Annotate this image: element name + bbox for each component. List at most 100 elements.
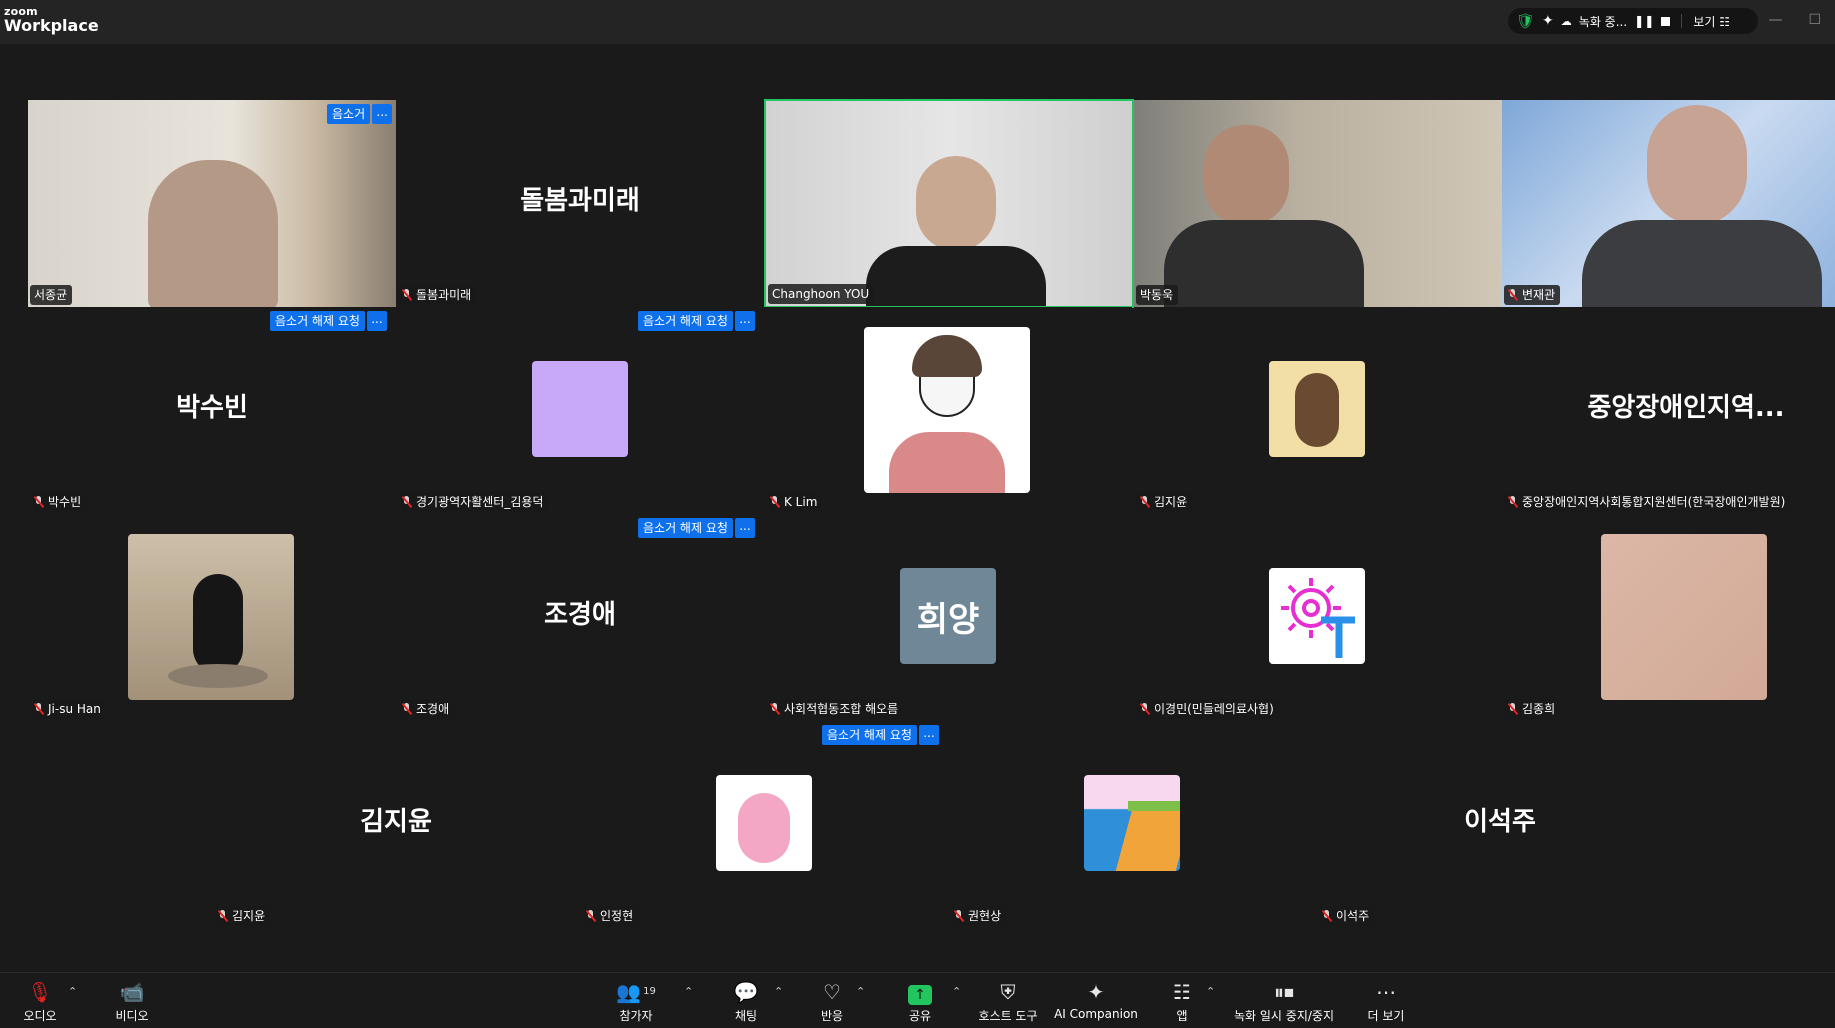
apps-button[interactable]: ☷ 앱 [1162, 979, 1202, 1024]
participant-tile[interactable]: 돌봄과미래 돌봄과미래 [396, 100, 764, 307]
audio-button[interactable]: 🎙 오디오 [18, 979, 62, 1024]
share-screen-icon-wrap: ↑ [898, 979, 942, 1005]
unmute-request-button[interactable]: 음소거 해제 요청 [638, 311, 733, 331]
drawn-piglet [738, 793, 790, 863]
mic-muted-icon [34, 703, 44, 715]
participant-tile[interactable]: 인정현 [580, 721, 948, 928]
record-pause-stop-button[interactable]: ⏸⏹ 녹화 일시 중지/중지 [1226, 979, 1342, 1024]
share-options-chevron-icon[interactable]: ⌃ [952, 985, 961, 998]
participant-tile[interactable]: 변재관 [1502, 100, 1835, 307]
participant-name: 박수빈 [30, 492, 87, 512]
view-button[interactable]: 보기 ☷ [1693, 13, 1730, 30]
ai-companion-label: AI Companion [1054, 1007, 1138, 1021]
mic-off-icon: 🎙 [27, 980, 53, 1004]
mic-muted-icon [1140, 496, 1150, 508]
unmute-request-button[interactable]: 음소거 해제 요청 [270, 311, 365, 331]
reactions-button[interactable]: ♡ 반응 [810, 979, 854, 1024]
participant-name: 김종희 [1504, 699, 1561, 719]
participant-tile[interactable]: 이경민(민들레의료사협) [1134, 514, 1502, 721]
more-options-button[interactable]: ... [372, 104, 393, 124]
mic-muted-icon [1322, 910, 1332, 922]
participant-name: 서종균 [30, 285, 73, 305]
participant-tile[interactable]: Ji-su Han [28, 514, 396, 721]
profile-picture [1601, 534, 1767, 700]
stop-record-icon[interactable] [1661, 16, 1671, 26]
participant-tile[interactable]: 박동욱 [1134, 100, 1502, 307]
more-options-button[interactable]: ... [734, 311, 755, 331]
divider [1681, 14, 1683, 28]
person-body [1164, 220, 1364, 307]
participant-count: 19 [643, 986, 656, 997]
participant-tile[interactable]: 김지윤 [1134, 307, 1502, 514]
participant-tile[interactable]: 박수빈 박수빈 [28, 307, 396, 514]
drawn-stand [168, 664, 268, 688]
participant-tile[interactable]: 중앙장애인지역... 중앙장애인지역사회통합지원센터(한국장애인개발원) [1502, 307, 1835, 514]
meeting-toolbar: 🎙 오디오 ⌃ 📹 비디오 👥 19 참가자 ⌃ 💬 채팅 ⌃ ♡ 반응 ⌃ ↑ … [0, 972, 1835, 1028]
participant-name: 중앙장애인지역사회통합지원센터(한국장애인개발원) [1504, 492, 1791, 512]
person-silhouette [148, 160, 278, 307]
participant-name: 조경애 [398, 699, 455, 719]
mic-muted-icon [1140, 703, 1150, 715]
participants-options-chevron-icon[interactable]: ⌃ [684, 985, 693, 998]
more-label: 더 보기 [1367, 1009, 1405, 1023]
minimize-icon[interactable]: — [1768, 12, 1782, 28]
window-controls: — ☐ [1768, 12, 1821, 28]
mute-button[interactable]: 음소거 [327, 104, 371, 124]
more-options-button[interactable]: ... [366, 311, 387, 331]
reactions-label: 반응 [820, 1009, 844, 1023]
camera-off-icon: 📹 [119, 980, 145, 1004]
ai-companion-button[interactable]: ✦ AI Companion [1054, 979, 1138, 1021]
drawn-cat [193, 574, 243, 674]
recording-status: 녹화 중... [1578, 14, 1628, 29]
reactions-options-chevron-icon[interactable]: ⌃ [856, 985, 865, 998]
sparkle-icon[interactable]: ✦ [1542, 13, 1554, 29]
pause-record-icon[interactable]: ❚❚ [1634, 14, 1654, 28]
host-tools-label: 호스트 도구 [978, 1009, 1038, 1023]
participant-tile-active-speaker[interactable]: Changhoon YOU [764, 99, 1134, 308]
mic-muted-icon [402, 703, 412, 715]
share-button[interactable]: ↑ 공유 [898, 979, 942, 1024]
participant-tile[interactable]: 김종희 [1502, 514, 1835, 721]
unmute-request-button[interactable]: 음소거 해제 요청 [638, 518, 733, 538]
participant-tile[interactable]: 이석주 이석주 [1316, 721, 1684, 928]
participant-display-name: 돌봄과미래 [520, 186, 640, 216]
participant-name: K Lim [766, 492, 823, 512]
shield-check-icon[interactable]: 🛡 [1516, 12, 1535, 30]
unmute-request-button[interactable]: 음소거 해제 요청 [822, 725, 917, 745]
profile-picture [1269, 361, 1365, 457]
chat-options-chevron-icon[interactable]: ⌃ [774, 985, 783, 998]
participant-tile[interactable]: 희양 사회적협동조합 해오름 [764, 514, 1132, 721]
mic-muted-icon [1508, 703, 1518, 715]
shield-icon: ⛨ [1000, 980, 1016, 1004]
apps-options-chevron-icon[interactable]: ⌃ [1206, 985, 1215, 998]
more-options-button[interactable]: ... [918, 725, 939, 745]
sparkle-icon: ✦ [1087, 980, 1105, 1004]
participant-tile[interactable]: 조경애 조경애 [396, 514, 764, 721]
person-silhouette [916, 156, 996, 251]
profile-picture [532, 361, 628, 457]
participant-display-name: 박수빈 [176, 393, 248, 423]
participant-tile[interactable]: K Lim [764, 307, 1132, 514]
more-options-button[interactable]: ... [734, 518, 755, 538]
more-button[interactable]: ⋯ 더 보기 [1362, 979, 1410, 1024]
audio-options-chevron-icon[interactable]: ⌃ [68, 985, 77, 998]
gallery-view: 서종균 돌봄과미래 돌봄과미래 Changhoon YOU 박동욱 변재관 박수… [0, 44, 1835, 972]
initials-avatar: 희양 [900, 568, 996, 664]
participant-tile[interactable]: 경기광역자활센터_김용덕 [396, 307, 764, 514]
chat-button[interactable]: 💬 채팅 [724, 979, 768, 1024]
person-body [1582, 220, 1822, 307]
logo-bottom: Workplace [4, 16, 99, 35]
maximize-icon[interactable]: ☐ [1808, 12, 1821, 28]
participants-button[interactable]: 👥 19 참가자 [614, 979, 658, 1024]
zoom-logo: zoom Workplace [4, 6, 99, 34]
participant-tile[interactable]: 권현상 [948, 721, 1316, 928]
participant-display-name: 조경애 [544, 600, 616, 630]
title-bar: zoom Workplace 🛡 ✦ ☁ 녹화 중... ❚❚ 보기 ☷ — ☐ [0, 0, 1835, 44]
participant-tile[interactable]: 김지윤 김지윤 [212, 721, 580, 928]
more-dots-icon: ⋯ [1376, 980, 1396, 1004]
host-tools-button[interactable]: ⛨ 호스트 도구 [974, 979, 1042, 1024]
video-button[interactable]: 📹 비디오 [110, 979, 154, 1024]
drawn-hanbok [889, 432, 1005, 493]
participant-name: 돌봄과미래 [398, 285, 477, 305]
participant-tile[interactable]: 서종균 [28, 100, 396, 307]
